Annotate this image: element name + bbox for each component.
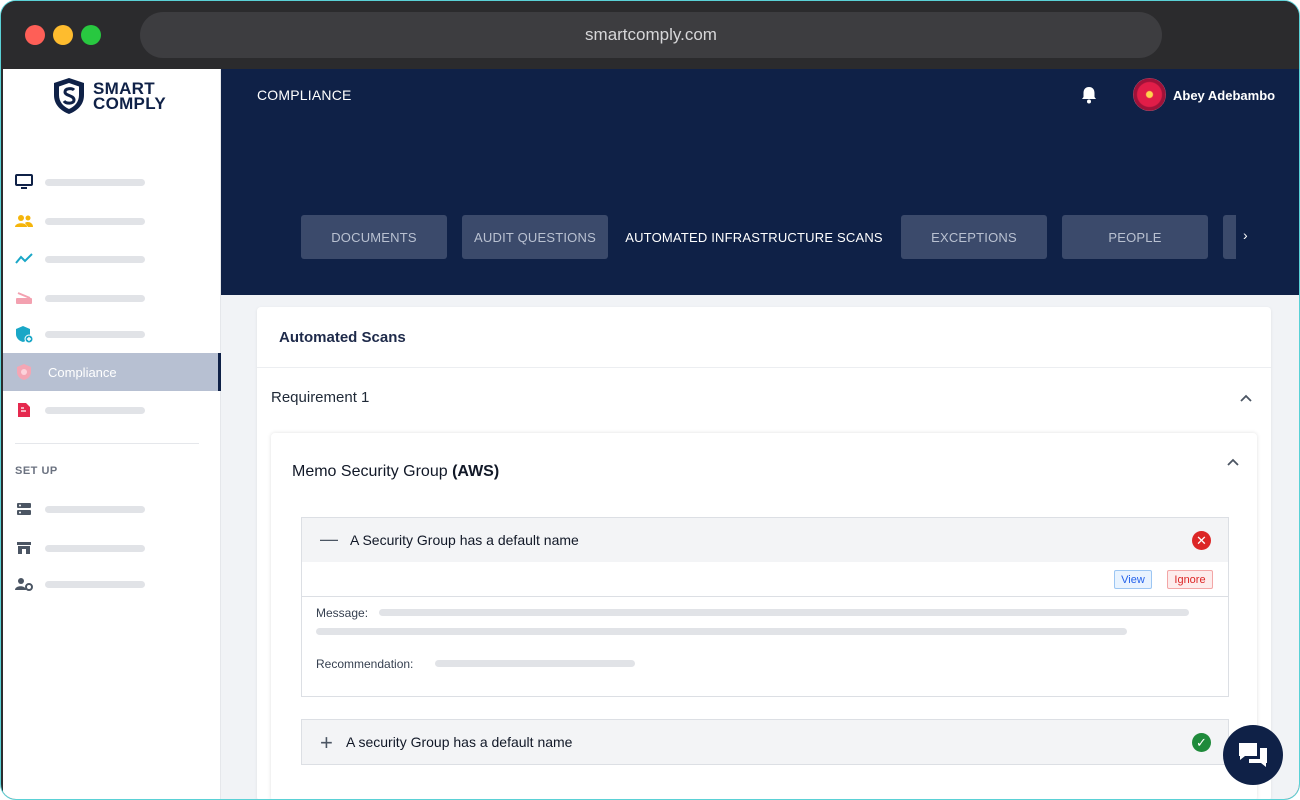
browser-titlebar: smartcomply.com: [1, 1, 1299, 69]
failed-status-icon: ✕: [1192, 531, 1211, 550]
scanner-icon: [15, 289, 33, 307]
message-divider: [302, 596, 1228, 597]
automated-scans-card: Automated Scans Requirement 1 Memo Secur…: [257, 307, 1271, 799]
chevron-right-icon[interactable]: ›: [1243, 227, 1248, 243]
logo-text-line2: COMPLY: [93, 94, 166, 113]
tab-automated-infrastructure-scans[interactable]: AUTOMATED INFRASTRUCTURE SCANS: [623, 215, 885, 259]
security-group-title: Memo Security Group (AWS): [292, 463, 499, 481]
recommendation-text-placeholder: [435, 660, 635, 667]
sidebar-item-label-placeholder: [45, 544, 145, 552]
smartcomply-logo[interactable]: SMART COMPLY: [51, 77, 166, 115]
passed-status-icon: ✓: [1192, 733, 1211, 752]
scan-rule-expanded: — A Security Group has a default name ✕ …: [301, 517, 1229, 697]
activity-icon: [15, 250, 33, 268]
avatar[interactable]: [1133, 78, 1166, 111]
scan-rule-header[interactable]: — A Security Group has a default name ✕: [302, 518, 1228, 562]
sidebar-item-users[interactable]: [3, 202, 221, 240]
store-icon: [15, 539, 33, 557]
chevron-up-icon[interactable]: [1226, 455, 1240, 469]
chevron-up-icon[interactable]: [1239, 391, 1253, 405]
view-button[interactable]: View: [1114, 570, 1152, 589]
sidebar-divider: [15, 443, 199, 444]
page-title: COMPLIANCE: [257, 87, 352, 103]
minus-icon[interactable]: —: [320, 529, 338, 550]
users-icon: [15, 212, 33, 230]
app-header: COMPLIANCE Abey Adebambo DOCUMENTS AUDIT…: [221, 69, 1299, 295]
sidebar-item-label-placeholder: [45, 255, 145, 263]
scan-rule-header[interactable]: + A security Group has a default name ✓: [302, 720, 1228, 764]
card-title: Automated Scans: [279, 329, 406, 346]
sidebar-item-label-placeholder: [45, 406, 145, 414]
security-group-panel: Memo Security Group (AWS) — A Security G…: [271, 433, 1257, 799]
tab-bar: DOCUMENTS AUDIT QUESTIONS AUTOMATED INFR…: [301, 215, 1236, 259]
tab-people[interactable]: PEOPLE: [1062, 215, 1208, 259]
sidebar-item-label-placeholder: [45, 294, 145, 302]
tab-documents[interactable]: DOCUMENTS: [301, 215, 447, 259]
sidebar-item-label-placeholder: [45, 330, 145, 338]
chat-icon: [1239, 743, 1267, 767]
tab-overflow[interactable]: [1223, 215, 1236, 259]
browser-window: smartcomply.com SMART COMPLY Compliance …: [0, 0, 1300, 800]
close-window-button[interactable]: [25, 25, 45, 45]
tab-audit-questions[interactable]: AUDIT QUESTIONS: [462, 215, 608, 259]
sidebar-item-label-placeholder: [45, 505, 145, 513]
minimize-window-button[interactable]: [53, 25, 73, 45]
shield-plus-icon: [15, 325, 33, 343]
sidebar-item-server[interactable]: [3, 490, 221, 528]
server-icon: [15, 500, 33, 518]
recommendation-label: Recommendation:: [316, 657, 414, 671]
user-settings-icon: [15, 575, 33, 593]
ignore-button[interactable]: Ignore: [1167, 570, 1213, 589]
sidebar-item-security[interactable]: [3, 315, 221, 353]
main-content: Automated Scans Requirement 1 Memo Secur…: [221, 295, 1299, 799]
sidebar-item-label-placeholder: [45, 580, 145, 588]
monitor-icon: [15, 173, 33, 191]
sidebar-item-label-placeholder: [45, 178, 145, 186]
user-name[interactable]: Abey Adebambo: [1173, 88, 1275, 103]
message-text-placeholder: [316, 628, 1127, 635]
sidebar-item-scanner[interactable]: [3, 279, 221, 317]
plus-icon[interactable]: +: [320, 730, 333, 756]
scan-rule-title: A Security Group has a default name: [350, 532, 579, 548]
scan-rule-collapsed: + A security Group has a default name ✓: [301, 719, 1229, 765]
address-bar[interactable]: smartcomply.com: [140, 12, 1162, 58]
sidebar-item-activity[interactable]: [3, 240, 221, 278]
sidebar-item-label-placeholder: [45, 217, 145, 225]
bell-icon[interactable]: [1079, 85, 1099, 105]
card-divider: [257, 367, 1271, 368]
shield-icon: [15, 363, 33, 381]
security-group-provider: (AWS): [452, 463, 500, 480]
sidebar-item-label: Compliance: [48, 364, 117, 380]
logo-shield-icon: [54, 78, 84, 114]
requirement-title[interactable]: Requirement 1: [271, 389, 369, 406]
maximize-window-button[interactable]: [81, 25, 101, 45]
message-text-placeholder: [379, 609, 1189, 616]
sidebar-item-documents[interactable]: [3, 391, 221, 429]
sidebar: SMART COMPLY Compliance SET UP: [3, 69, 221, 799]
message-label: Message:: [316, 606, 369, 620]
sidebar-item-compliance[interactable]: Compliance: [3, 353, 221, 391]
sidebar-section-setup: SET UP: [15, 465, 58, 477]
tab-exceptions[interactable]: EXCEPTIONS: [901, 215, 1047, 259]
scan-rule-title: A security Group has a default name: [346, 734, 573, 750]
sidebar-item-dashboard[interactable]: [3, 163, 221, 201]
sidebar-item-store[interactable]: [3, 529, 221, 567]
file-icon: [15, 401, 33, 419]
chat-support-button[interactable]: [1223, 725, 1283, 785]
sidebar-item-user-settings[interactable]: [3, 565, 221, 603]
security-group-name: Memo Security Group: [292, 463, 448, 480]
